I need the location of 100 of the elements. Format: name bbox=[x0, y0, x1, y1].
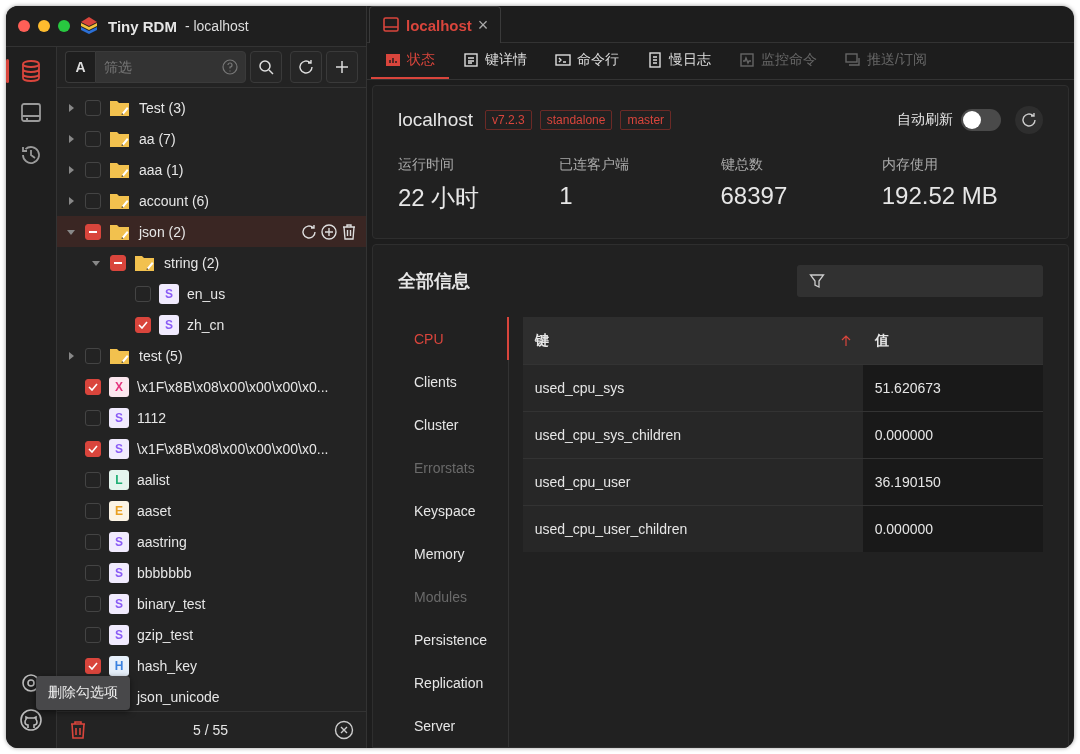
tree-row[interactable]: test (5) bbox=[57, 340, 366, 371]
close-circle-icon[interactable] bbox=[334, 720, 354, 740]
tree-row[interactable]: S aastring bbox=[57, 526, 366, 557]
table-cell: used_cpu_user bbox=[522, 458, 863, 506]
tree-row[interactable]: account (6) bbox=[57, 185, 366, 216]
auto-refresh-toggle[interactable] bbox=[961, 109, 1001, 131]
tab-label: localhost bbox=[406, 16, 472, 34]
checkbox[interactable] bbox=[110, 254, 126, 271]
tree-row[interactable]: aaa (1) bbox=[57, 154, 366, 185]
view-tab[interactable]: 键详情 bbox=[449, 43, 541, 79]
table-cell: used_cpu_sys bbox=[522, 364, 863, 412]
tree-row[interactable]: S \x1F\x8B\x08\x00\x00\x00\x0... bbox=[57, 433, 366, 464]
add-icon[interactable] bbox=[320, 222, 338, 241]
info-section-item[interactable]: CPU bbox=[398, 317, 509, 360]
tree-row[interactable]: S en_us bbox=[57, 278, 366, 309]
info-section-item[interactable]: Server bbox=[398, 704, 509, 747]
checkbox[interactable] bbox=[135, 285, 151, 302]
refresh-icon bbox=[1021, 112, 1037, 128]
checkbox[interactable] bbox=[85, 564, 101, 581]
checkbox[interactable] bbox=[85, 440, 101, 457]
view-tab[interactable]: 状态 bbox=[371, 43, 449, 79]
checkbox[interactable] bbox=[85, 409, 101, 426]
tree-row[interactable]: S binary_test bbox=[57, 588, 366, 619]
tree-row[interactable]: L aalist bbox=[57, 464, 366, 495]
filter-field[interactable] bbox=[797, 265, 1043, 297]
stat-value: 1 bbox=[559, 182, 574, 210]
minimize-button[interactable] bbox=[38, 20, 50, 32]
checkbox[interactable] bbox=[85, 347, 101, 364]
close-window-button[interactable] bbox=[18, 20, 30, 32]
checkbox[interactable] bbox=[135, 316, 151, 333]
type-badge: S bbox=[109, 624, 129, 645]
monitor-icon[interactable] bbox=[19, 101, 43, 125]
checkbox[interactable] bbox=[85, 378, 101, 395]
type-badge: S bbox=[159, 283, 179, 304]
tree-row[interactable]: S 1112 bbox=[57, 402, 366, 433]
checkbox[interactable] bbox=[85, 192, 101, 209]
tree-row[interactable]: string (2) bbox=[57, 247, 366, 278]
tree-row[interactable]: E aaset bbox=[57, 495, 366, 526]
caret-icon[interactable] bbox=[67, 134, 75, 143]
checkmark-icon bbox=[138, 320, 148, 329]
database-icon[interactable] bbox=[19, 59, 43, 83]
sort-arrow-icon[interactable] bbox=[840, 334, 851, 347]
tree-row[interactable]: X \x1F\x8B\x08\x00\x00\x00\x0... bbox=[57, 371, 366, 402]
info-section-item[interactable]: Memory bbox=[398, 532, 509, 575]
case-toggle-button[interactable]: A bbox=[65, 51, 95, 83]
column-header[interactable]: 值 bbox=[862, 317, 1043, 365]
checkbox[interactable] bbox=[85, 626, 101, 643]
trash-icon[interactable] bbox=[340, 222, 358, 241]
close-tab-button[interactable]: × bbox=[477, 14, 489, 36]
info-section-item[interactable]: Clients bbox=[398, 360, 509, 403]
selection-count: 5 / 55 bbox=[192, 722, 229, 738]
checkbox[interactable] bbox=[85, 223, 101, 240]
filter-field[interactable]: 筛选 bbox=[95, 51, 246, 83]
key-label: Test (3) bbox=[139, 99, 186, 116]
history-icon[interactable] bbox=[19, 143, 43, 167]
checkbox[interactable] bbox=[85, 99, 101, 116]
caret-icon[interactable] bbox=[67, 227, 75, 236]
info-section-item[interactable]: Cluster bbox=[398, 403, 509, 446]
type-badge: X bbox=[109, 376, 129, 397]
add-button[interactable] bbox=[326, 51, 358, 83]
info-section-item[interactable]: Keyspace bbox=[398, 489, 509, 532]
checkbox[interactable] bbox=[85, 502, 101, 519]
table-cell: 36.190150 bbox=[862, 458, 1043, 506]
view-tab[interactable]: 慢日志 bbox=[633, 43, 725, 79]
github-icon[interactable] bbox=[19, 708, 43, 732]
monitor-icon bbox=[739, 52, 755, 68]
info-section-item[interactable]: Replication bbox=[398, 661, 509, 704]
connection-tab[interactable]: localhost × bbox=[369, 6, 502, 43]
refresh-button[interactable] bbox=[1015, 106, 1043, 134]
column-header[interactable]: 键 bbox=[522, 317, 863, 365]
checkbox[interactable] bbox=[85, 161, 101, 178]
checkbox[interactable] bbox=[85, 533, 101, 550]
tree-row[interactable]: S bbbbbbb bbox=[57, 557, 366, 588]
view-tab[interactable]: 命令行 bbox=[541, 43, 633, 79]
search-button[interactable] bbox=[250, 51, 282, 83]
zoom-button[interactable] bbox=[58, 20, 70, 32]
refresh-button[interactable] bbox=[290, 51, 322, 83]
key-label: binary_test bbox=[137, 595, 206, 612]
checkbox[interactable] bbox=[85, 595, 101, 612]
refresh-icon bbox=[298, 59, 314, 75]
checkbox[interactable] bbox=[85, 130, 101, 147]
caret-icon[interactable] bbox=[67, 103, 75, 112]
detail-icon bbox=[463, 52, 479, 68]
caret-icon[interactable] bbox=[67, 165, 75, 174]
tree-row[interactable]: S zh_cn bbox=[57, 309, 366, 340]
section-title: 全部信息 bbox=[398, 270, 470, 293]
help-icon[interactable] bbox=[222, 59, 238, 75]
checkbox[interactable] bbox=[85, 471, 101, 488]
tree-row[interactable]: Test (3) bbox=[57, 92, 366, 123]
refresh-icon[interactable] bbox=[300, 222, 318, 241]
minus-icon bbox=[114, 261, 122, 264]
caret-icon[interactable] bbox=[67, 351, 75, 360]
caret-icon[interactable] bbox=[67, 196, 75, 205]
caret-icon[interactable] bbox=[92, 258, 100, 267]
tree-row[interactable]: S gzip_test bbox=[57, 619, 366, 650]
tree-row[interactable]: json (2) bbox=[57, 216, 366, 247]
checkbox[interactable] bbox=[85, 657, 101, 674]
info-section-item[interactable]: Persistence bbox=[398, 618, 509, 661]
tree-row[interactable]: aa (7) bbox=[57, 123, 366, 154]
cli-icon bbox=[555, 52, 571, 68]
